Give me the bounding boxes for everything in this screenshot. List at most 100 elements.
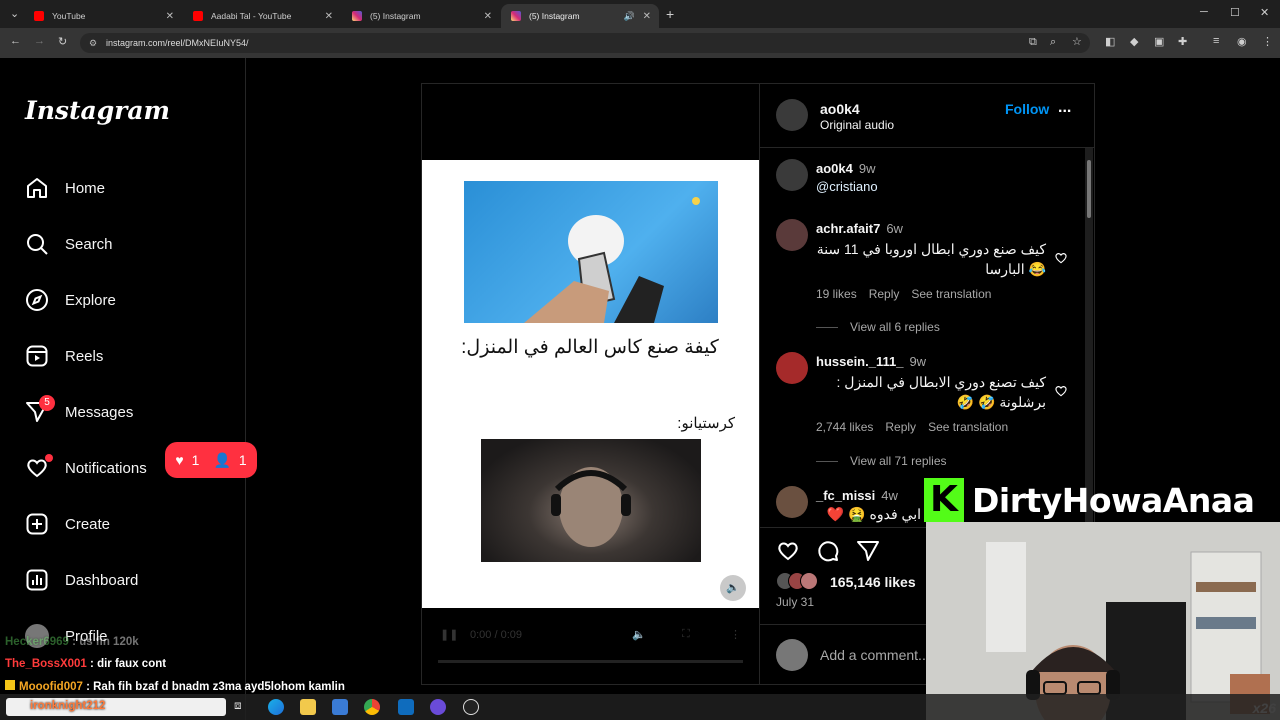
likes-count: 1 bbox=[191, 452, 200, 468]
comment-meta: 19 likes Reply See translation bbox=[816, 287, 991, 301]
reel-caption-line2: كرستيانو: bbox=[677, 415, 735, 432]
notification-summary-pill[interactable]: ♥ 1 👤 1 bbox=[165, 442, 257, 478]
sidebar-item-explore[interactable]: Explore bbox=[25, 285, 116, 315]
sidebar-item-home[interactable]: Home bbox=[25, 173, 105, 203]
audio-playing-icon[interactable]: 🔊 bbox=[624, 11, 635, 22]
comment-username[interactable]: achr.afait7 bbox=[816, 221, 880, 236]
tab-search-icon[interactable]: ⌄ bbox=[10, 7, 19, 20]
close-tab-icon[interactable]: ✕ bbox=[166, 11, 174, 22]
chrome-icon[interactable] bbox=[364, 699, 380, 715]
person-icon: 👤 bbox=[213, 451, 231, 468]
app-icon[interactable] bbox=[430, 699, 446, 715]
see-translation-button[interactable]: See translation bbox=[928, 420, 1008, 434]
like-icon[interactable] bbox=[776, 539, 800, 563]
back-icon[interactable]: ← bbox=[10, 35, 21, 47]
browser-menu-icon[interactable]: ⋮ bbox=[1262, 35, 1273, 48]
extension-icon-1[interactable]: ◧ bbox=[1105, 35, 1115, 48]
likes-count[interactable]: 165,146 likes bbox=[830, 574, 916, 590]
reply-button[interactable]: Reply bbox=[869, 287, 900, 301]
close-window-button[interactable]: ✕ bbox=[1260, 6, 1269, 19]
author-avatar[interactable] bbox=[776, 99, 808, 131]
comment-like-icon[interactable] bbox=[1054, 251, 1068, 265]
obs-icon[interactable] bbox=[463, 699, 479, 715]
browser-tab-instagram-active[interactable]: (5) Instagram 🔊 ✕ bbox=[501, 4, 659, 28]
chat-text: dir faux cont bbox=[97, 658, 167, 670]
comment-username[interactable]: _fc_missi bbox=[816, 488, 875, 503]
sidebar-item-search[interactable]: Search bbox=[25, 229, 113, 259]
close-tab-icon[interactable]: ✕ bbox=[643, 11, 651, 22]
commenter-avatar[interactable] bbox=[776, 219, 808, 251]
more-options-icon[interactable]: ⋮ bbox=[730, 628, 741, 641]
comment-icon[interactable] bbox=[816, 539, 840, 563]
mention-link[interactable]: @cristiano bbox=[816, 179, 878, 194]
task-view-icon[interactable]: ⧈ bbox=[234, 698, 242, 713]
instagram-logo[interactable]: Instagram bbox=[25, 96, 170, 125]
author-avatar[interactable] bbox=[776, 159, 808, 191]
commenter-avatar[interactable] bbox=[776, 352, 808, 384]
edge-icon[interactable] bbox=[268, 699, 284, 715]
reply-button[interactable]: Reply bbox=[885, 420, 916, 434]
follows-count: 1 bbox=[238, 452, 247, 468]
comment-likes[interactable]: 2,744 likes bbox=[816, 420, 873, 434]
chat-text: us fin 120k bbox=[79, 636, 139, 648]
extension-icon-3[interactable]: ▣ bbox=[1154, 35, 1164, 48]
progress-track[interactable] bbox=[438, 660, 743, 663]
bookmark-star-icon[interactable]: ☆ bbox=[1072, 35, 1082, 48]
liked-by-avatars[interactable] bbox=[776, 572, 826, 590]
sidebar-item-notifications[interactable]: Notifications bbox=[25, 453, 147, 483]
follow-button[interactable]: Follow bbox=[1005, 101, 1049, 117]
zoom-icon[interactable]: ⌕ bbox=[1050, 36, 1056, 49]
sidebar-item-reels[interactable]: Reels bbox=[25, 341, 103, 371]
divider bbox=[760, 624, 926, 625]
caption-username[interactable]: ao0k4 bbox=[816, 161, 853, 176]
file-explorer-icon[interactable] bbox=[300, 699, 316, 715]
sidebar-item-label: Home bbox=[65, 179, 106, 197]
outlook-icon[interactable] bbox=[398, 699, 414, 715]
scrollbar-thumb[interactable] bbox=[1087, 160, 1091, 218]
maximize-button[interactable]: ☐ bbox=[1230, 6, 1240, 19]
chat-username: Hecker6969 bbox=[5, 636, 69, 648]
view-replies-button[interactable]: View all 6 replies bbox=[816, 320, 940, 334]
address-bar[interactable]: ⚙ instagram.com/reel/DMxNEIuNY54/ bbox=[80, 33, 1090, 53]
comment-time: 6w bbox=[886, 221, 903, 236]
fullscreen-icon[interactable]: ⛶ bbox=[682, 628, 690, 641]
browser-tab-aadabi[interactable]: Aadabi Tal - YouTube ✕ bbox=[183, 4, 341, 28]
sidebar-item-label: Search bbox=[65, 235, 113, 253]
author-username[interactable]: ao0k4 bbox=[820, 101, 860, 117]
see-translation-button[interactable]: See translation bbox=[911, 287, 991, 301]
comment-like-icon[interactable] bbox=[1054, 384, 1068, 398]
add-comment-input[interactable]: Add a comment... bbox=[820, 647, 930, 663]
site-info-icon[interactable]: ⚙ bbox=[89, 33, 97, 53]
volume-button[interactable]: 🔈 bbox=[720, 575, 746, 601]
close-tab-icon[interactable]: ✕ bbox=[325, 11, 333, 22]
browser-tab-youtube[interactable]: YouTube ✕ bbox=[24, 4, 182, 28]
sidebar-item-create[interactable]: Create bbox=[25, 509, 110, 539]
pause-icon[interactable]: ❚❚ bbox=[440, 628, 458, 641]
share-icon[interactable] bbox=[856, 539, 880, 563]
extension-icon-2[interactable]: ◆ bbox=[1130, 35, 1138, 48]
comment-time: 9w bbox=[909, 354, 927, 369]
comment-likes[interactable]: 19 likes bbox=[816, 287, 857, 301]
comment-text: كيف تصنع دوري الابطال في المنزل : برشلون… bbox=[836, 374, 1046, 410]
extensions-puzzle-icon[interactable]: ✚ bbox=[1178, 35, 1187, 48]
sidebar-item-dashboard[interactable]: Dashboard bbox=[25, 565, 138, 595]
store-icon[interactable] bbox=[332, 699, 348, 715]
minimize-button[interactable]: ─ bbox=[1200, 6, 1208, 18]
comment-username[interactable]: hussein._111_ bbox=[816, 354, 903, 369]
audio-label[interactable]: Original audio bbox=[820, 118, 894, 132]
reading-list-icon[interactable]: ≡ bbox=[1213, 35, 1219, 47]
browser-tab-instagram[interactable]: (5) Instagram ✕ bbox=[342, 4, 500, 28]
new-tab-button[interactable]: + bbox=[666, 6, 674, 22]
caption-header: ao0k4 9w bbox=[816, 161, 876, 176]
close-tab-icon[interactable]: ✕ bbox=[484, 11, 492, 22]
mute-icon[interactable]: 🔈 bbox=[632, 628, 646, 641]
profile-icon[interactable]: ◉ bbox=[1237, 35, 1247, 48]
more-options-icon[interactable]: ... bbox=[1058, 99, 1071, 117]
commenter-avatar[interactable] bbox=[776, 486, 808, 518]
view-replies-button[interactable]: View all 71 replies bbox=[816, 454, 947, 468]
post-date: July 31 bbox=[776, 595, 815, 609]
forward-icon[interactable]: → bbox=[34, 35, 45, 47]
caption-time: 9w bbox=[858, 161, 876, 176]
reload-icon[interactable]: ↻ bbox=[58, 35, 67, 48]
install-app-icon[interactable]: ⧉ bbox=[1029, 36, 1037, 49]
